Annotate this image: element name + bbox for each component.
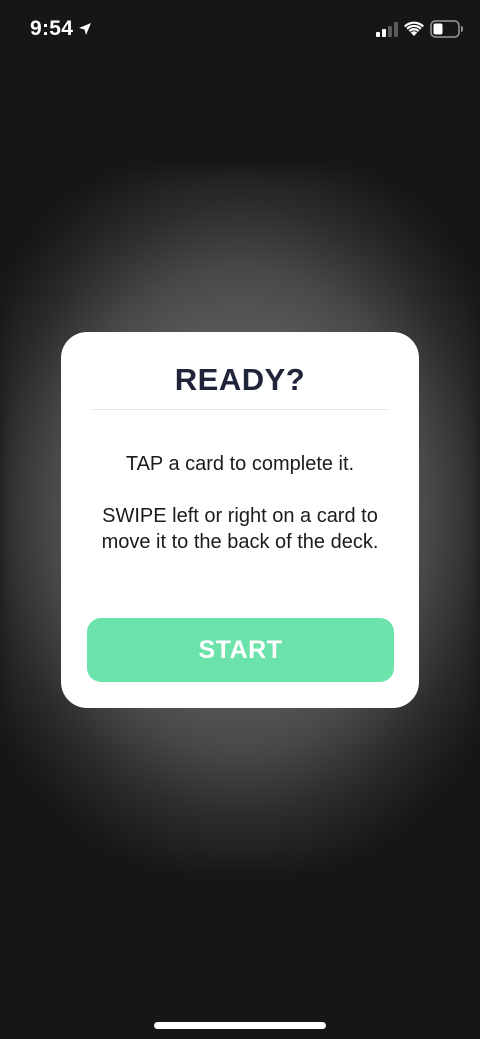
- location-arrow-icon: [79, 23, 91, 35]
- tap-instruction: TAP a card to complete it.: [125, 453, 355, 475]
- start-button[interactable]: START: [87, 618, 394, 682]
- ready-dialog: READY? TAP a card to complete it. SWIPE …: [61, 332, 419, 708]
- title-divider: [93, 409, 387, 410]
- home-indicator[interactable]: [154, 1022, 326, 1029]
- battery-icon: [430, 20, 463, 38]
- status-bar: 9:54: [0, 0, 480, 60]
- status-time: 9:54: [30, 17, 74, 40]
- wifi-icon: [404, 21, 424, 36]
- cellular-signal-icon: [376, 22, 398, 37]
- swipe-instruction: SWIPE left or right on a card to move it…: [101, 505, 379, 553]
- dialog-title: READY?: [174, 362, 306, 397]
